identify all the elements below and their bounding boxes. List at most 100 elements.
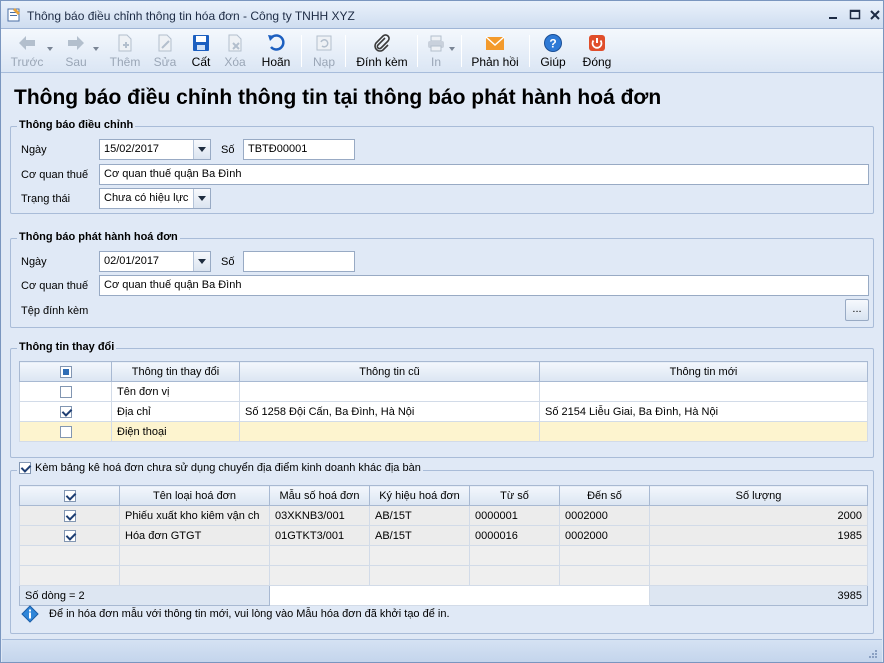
window-title: Thông báo điều chỉnh thông tin hóa đơn -… (27, 9, 355, 23)
empty-row (19, 565, 868, 586)
select-all-checkbox[interactable] (19, 361, 112, 382)
toolbar-separator (301, 35, 302, 67)
toolbar-separator (345, 35, 346, 67)
toolbar-separator (529, 35, 530, 67)
unused-invoices-checkbox[interactable] (19, 462, 31, 474)
reload-icon (316, 35, 332, 51)
reload-button[interactable]: Nạp (309, 31, 339, 71)
next-button[interactable]: Sau (59, 31, 93, 71)
table-row[interactable]: Hóa đơn GTGT 01GTKT3/001 AB/15T 0000016 … (19, 525, 868, 546)
previous-button[interactable]: Trước (7, 31, 47, 71)
paperclip-icon (374, 34, 390, 52)
adjust-number-field[interactable]: TBTĐ00001 (243, 139, 355, 160)
date-label: Ngày (21, 144, 47, 156)
app-icon (7, 8, 20, 22)
empty-row (19, 545, 868, 566)
resize-grip-icon[interactable] (868, 649, 878, 659)
tax-office-label: Cơ quan thuế (21, 169, 89, 181)
adjust-notice-group: Thông báo điều chỉnh Ngày 15/02/2017 Số … (10, 119, 874, 214)
issue-date-picker[interactable]: 02/01/2017 (99, 251, 211, 272)
chevron-down-icon[interactable] (47, 47, 53, 51)
column-header: Từ số (469, 485, 560, 506)
toolbar-separator (461, 35, 462, 67)
delete-button[interactable]: Xóa (219, 31, 251, 71)
unused-invoices-toggle[interactable]: Kèm bảng kê hoá đơn chưa sử dụng chuyển … (17, 462, 423, 474)
issue-tax-office-field[interactable]: Cơ quan thuế quận Ba Đình (99, 275, 869, 296)
minimize-icon[interactable] (825, 8, 841, 22)
info-icon (21, 605, 39, 623)
undo-button[interactable]: Hoãn (257, 31, 295, 71)
arrow-left-icon (19, 36, 35, 50)
close-button[interactable]: Đóng (579, 31, 615, 71)
row-checkbox[interactable] (19, 505, 120, 526)
attach-button[interactable]: Đính kèm (353, 31, 411, 71)
add-doc-icon (118, 34, 132, 52)
table-row[interactable]: Địa chỉ Số 1258 Đội Cấn, Ba Đình, Hà Nội… (19, 401, 868, 422)
column-header: Thông tin cũ (239, 361, 540, 382)
row-checkbox[interactable] (19, 421, 112, 442)
add-button[interactable]: Thêm (105, 31, 145, 71)
help-icon: ? (544, 34, 562, 52)
save-button[interactable]: Cất (187, 31, 215, 71)
status-label: Trạng thái (21, 193, 71, 205)
column-header: Mẫu số hoá đơn (269, 485, 370, 506)
delete-icon (228, 34, 242, 52)
save-icon (193, 35, 209, 51)
unused-invoices-group: Kèm bảng kê hoá đơn chưa sử dụng chuyển … (10, 462, 874, 634)
issue-notice-group: Thông báo phát hành hoá đơn Ngày 02/01/2… (10, 231, 874, 328)
mail-icon (485, 36, 505, 50)
close-icon (589, 35, 605, 51)
table-row[interactable]: Điện thoại (19, 421, 868, 442)
row-checkbox[interactable] (19, 401, 112, 422)
status-select[interactable]: Chưa có hiệu lực (99, 188, 211, 209)
changes-table: Thông tin thay đổi Thông tin cũ Thông ti… (19, 361, 868, 442)
column-header: Ký hiệu hoá đơn (369, 485, 470, 506)
chevron-down-icon[interactable] (193, 189, 210, 208)
arrow-right-icon (68, 36, 84, 50)
feedback-button[interactable]: Phản hồi (469, 31, 521, 71)
help-button[interactable]: ? Giúp (537, 31, 569, 71)
edit-button[interactable]: Sửa (149, 31, 181, 71)
page-title: Thông báo điều chỉnh thông tin tại thông… (14, 86, 662, 109)
adjust-tax-office-field[interactable]: Cơ quan thuế quận Ba Đình (99, 164, 869, 185)
table-row[interactable]: Tên đơn vị (19, 381, 868, 402)
title-bar: Thông báo điều chỉnh thông tin hóa đơn -… (1, 1, 883, 29)
column-header: Thông tin mới (539, 361, 868, 382)
changes-group: Thông tin thay đổi Thông tin thay đổi Th… (10, 341, 874, 458)
browse-attachment-button[interactable]: ... (845, 299, 869, 321)
status-bar (2, 639, 882, 662)
print-button[interactable]: In (423, 31, 449, 71)
group-title: Thông báo phát hành hoá đơn (17, 231, 180, 243)
app-window: Thông báo điều chỉnh thông tin hóa đơn -… (0, 0, 884, 663)
select-all-checkbox[interactable] (19, 485, 120, 506)
maximize-icon[interactable] (847, 8, 863, 22)
number-label: Số (221, 144, 235, 156)
summary-row: Số dòng = 2 3985 (19, 585, 868, 606)
row-checkbox[interactable] (19, 381, 112, 402)
print-icon (428, 35, 444, 52)
row-checkbox[interactable] (19, 525, 120, 546)
chevron-down-icon[interactable] (93, 47, 99, 51)
close-window-icon[interactable] (867, 8, 883, 22)
chevron-down-icon[interactable] (449, 47, 455, 51)
column-header: Số lượng (649, 485, 868, 506)
group-title: Thông báo điều chỉnh (17, 119, 136, 131)
group-title: Thông tin thay đổi (17, 341, 117, 353)
row-count: Số dòng = 2 (19, 585, 270, 606)
number-label: Số (221, 256, 235, 268)
column-header: Đến số (559, 485, 650, 506)
chevron-down-icon[interactable] (193, 252, 210, 271)
table-row[interactable]: Phiếu xuất kho kiêm vận ch 03XKNB3/001 A… (19, 505, 868, 526)
column-header: Tên loại hoá đơn (119, 485, 270, 506)
toolbar-separator (417, 35, 418, 67)
issue-number-field[interactable] (243, 251, 355, 272)
edit-icon (158, 34, 172, 52)
form-content: Thông báo điều chỉnh thông tin tại thông… (2, 74, 882, 634)
info-message: Để in hóa đơn mẫu với thông tin mới, vui… (49, 608, 450, 620)
undo-icon (268, 34, 285, 51)
chevron-down-icon[interactable] (193, 140, 210, 159)
tax-office-label: Cơ quan thuế (21, 280, 89, 292)
toolbar: Trước Sau Thêm Sửa Cất Xóa Hoãn Nạp Đính… (1, 29, 883, 73)
column-header: Thông tin thay đổi (111, 361, 240, 382)
adjust-date-picker[interactable]: 15/02/2017 (99, 139, 211, 160)
